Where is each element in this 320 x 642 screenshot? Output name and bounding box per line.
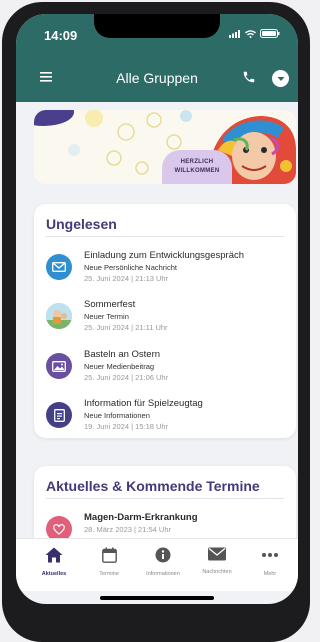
item-title: Einladung zum Entwicklungsgespräch (84, 250, 245, 261)
banner-line-2: WILLKOMMEN (174, 168, 220, 174)
home-indicator[interactable] (100, 596, 214, 600)
info-icon (155, 547, 171, 563)
status-time: 14:09 (44, 28, 78, 43)
tab-label: Nachrichten (202, 569, 232, 575)
tab-aktuelles[interactable]: Aktuelles (29, 547, 79, 577)
phone-icon[interactable] (242, 70, 256, 84)
unread-card: Ungelesen Einladung zum Entwicklungsgesp… (34, 204, 296, 438)
notch (94, 14, 220, 38)
event-photo-icon (46, 303, 72, 329)
item-date: 25. Juni 2024 | 21:06 Uhr (84, 373, 169, 382)
item-subtitle: Neuer Medienbeitrag (84, 362, 155, 371)
item-date: 25. Juni 2024 | 21:13 Uhr (84, 274, 169, 283)
list-item[interactable]: Einladung zum Entwicklungsgespräch Neue … (46, 250, 286, 292)
item-date: 28. März 2023 | 21:54 Uhr (84, 525, 171, 534)
more-icon (262, 553, 278, 557)
item-subtitle: Neue Informationen (84, 411, 150, 420)
item-subtitle: Neue Persönliche Nachricht (84, 263, 177, 272)
item-date: 25. Juni 2024 | 21:11 Uhr (84, 323, 168, 332)
welcome-banner: HERZLICH WILLKOMMEN (34, 110, 296, 184)
calendar-icon (101, 547, 117, 563)
tab-nachrichten[interactable]: Nachrichten (192, 547, 242, 575)
wifi-icon (245, 29, 256, 38)
card-divider (46, 498, 284, 499)
chevron-down-icon (277, 76, 284, 81)
unread-title: Ungelesen (46, 216, 117, 232)
home-icon (45, 547, 63, 563)
tab-termine[interactable]: Termine (84, 547, 134, 577)
item-title: Sommerfest (84, 299, 136, 310)
list-item[interactable]: Information für Spielzeugtag Neue Inform… (46, 398, 286, 440)
top-bar: 14:09 Alle Gruppen (16, 14, 298, 102)
item-title: Basteln an Ostern (84, 349, 161, 360)
tab-label: Informationen (146, 571, 180, 577)
phone-frame: 14:09 Alle Gruppen HERZLICH WILLKOMMEN U… (2, 2, 310, 642)
item-title: Magen-Darm-Erkrankung (84, 512, 198, 523)
tab-label: Termine (99, 571, 119, 577)
battery-icon (260, 29, 280, 38)
item-date: 19. Juni 2024 | 15:18 Uhr (84, 422, 169, 431)
image-icon (46, 353, 72, 379)
tab-label: Aktuelles (41, 571, 67, 577)
tab-label: Mehr (263, 571, 277, 577)
document-icon (46, 402, 72, 428)
item-title: Information für Spielzeugtag (84, 398, 203, 409)
banner-line-1: HERZLICH (180, 159, 214, 165)
news-title: Aktuelles & Kommende Termine (46, 478, 260, 494)
signal-icon (229, 29, 240, 38)
screen: 14:09 Alle Gruppen HERZLICH WILLKOMMEN U… (16, 14, 298, 604)
tab-bar: Aktuelles Termine Informationen Nachrich… (16, 538, 298, 591)
banner-welcome-text: HERZLICH WILLKOMMEN (162, 150, 232, 184)
card-divider (46, 236, 284, 237)
group-dropdown-button[interactable] (272, 70, 289, 87)
tab-informationen[interactable]: Informationen (138, 547, 188, 577)
list-item[interactable]: Sommerfest Neuer Termin 25. Juni 2024 | … (46, 299, 286, 341)
status-icons (229, 29, 280, 38)
mail-icon (46, 254, 72, 280)
envelope-icon (208, 547, 226, 561)
list-item[interactable]: Basteln an Ostern Neuer Medienbeitrag 25… (46, 349, 286, 391)
tab-mehr[interactable]: Mehr (245, 547, 295, 577)
item-subtitle: Neuer Termin (84, 312, 129, 321)
